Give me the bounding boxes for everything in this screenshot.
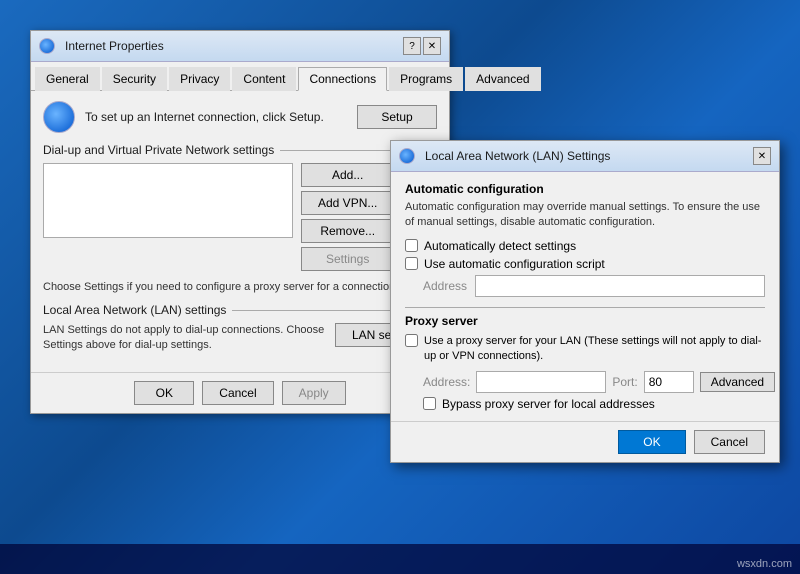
settings-desc: Choose Settings if you need to configure… [43,281,437,293]
script-address-input[interactable] [475,275,765,297]
title-controls: ? ✕ [403,37,441,55]
internet-properties-body: To set up an Internet connection, click … [31,91,449,372]
lan-text: LAN Settings do not apply to dial-up con… [43,323,325,354]
vpn-list[interactable] [43,163,293,238]
script-address-label: Address [423,279,467,293]
script-address-row: Address [423,275,765,297]
internet-properties-icon [39,38,55,54]
vpn-buttons: Add... Add VPN... Remove... Settings [301,163,394,271]
lan-settings-dialog: Local Area Network (LAN) Settings ✕ Auto… [390,140,780,463]
vpn-area: Add... Add VPN... Remove... Settings [43,163,437,271]
divider [405,307,765,308]
bypass-row: Bypass proxy server for local addresses [423,397,765,411]
tab-advanced[interactable]: Advanced [465,67,540,91]
proxy-title: Proxy server [405,314,765,328]
setup-button[interactable]: Setup [357,105,437,129]
auto-detect-checkbox[interactable] [405,239,418,252]
lan-titlebar: Local Area Network (LAN) Settings ✕ [391,141,779,172]
lan-dialog-title: Local Area Network (LAN) Settings [425,149,610,163]
lan-section-header: Local Area Network (LAN) settings [43,303,437,317]
taskbar: wsxdn.com [0,544,800,574]
lan-row: LAN Settings do not apply to dial-up con… [43,323,437,354]
bypass-checkbox[interactable] [423,397,436,410]
lan-cancel-button[interactable]: Cancel [694,430,765,454]
proxy-desc-row: Use a proxy server for your LAN (These s… [405,334,765,365]
tab-privacy[interactable]: Privacy [169,67,230,91]
help-button[interactable]: ? [403,37,421,55]
use-script-row: Use automatic configuration script [405,257,765,271]
lan-ok-button[interactable]: OK [618,430,685,454]
use-script-checkbox[interactable] [405,257,418,270]
lan-title-controls: ✕ [753,147,771,165]
tab-general[interactable]: General [35,67,100,91]
internet-properties-footer: OK Cancel Apply [31,372,449,413]
setup-row: To set up an Internet connection, click … [43,101,437,133]
watermark: wsxdn.com [737,558,792,570]
proxy-port-input[interactable] [644,371,694,393]
lan-dialog-body: Automatic configuration Automatic config… [391,172,779,421]
internet-properties-titlebar: Internet Properties ? ✕ [31,31,449,62]
lan-close-button[interactable]: ✕ [753,147,771,165]
ip-cancel-button[interactable]: Cancel [202,381,273,405]
proxy-address-input[interactable] [476,371,606,393]
tab-content[interactable]: Content [232,67,296,91]
proxy-addr-row: Address: Port: Advanced [423,371,765,393]
dialup-section-header: Dial-up and Virtual Private Network sett… [43,143,437,157]
lan-dialog-footer: OK Cancel [391,421,779,462]
titlebar-left: Internet Properties [39,38,164,54]
tab-programs[interactable]: Programs [389,67,463,91]
proxy-section: Proxy server Use a proxy server for your… [405,314,765,411]
internet-properties-dialog: Internet Properties ? ✕ General Security… [30,30,450,414]
remove-button[interactable]: Remove... [301,219,394,243]
lan-titlebar-left: Local Area Network (LAN) Settings [399,148,610,164]
ip-apply-button[interactable]: Apply [282,381,346,405]
tab-connections[interactable]: Connections [298,67,387,91]
settings-button[interactable]: Settings [301,247,394,271]
auto-config-title: Automatic configuration [405,182,765,196]
setup-text: To set up an Internet connection, click … [85,110,347,124]
bypass-label: Bypass proxy server for local addresses [442,397,655,411]
internet-properties-title: Internet Properties [65,39,164,53]
close-button[interactable]: ✕ [423,37,441,55]
lan-section: Local Area Network (LAN) settings LAN Se… [43,303,437,354]
proxy-port-label: Port: [612,375,637,389]
setup-icon [43,101,75,133]
proxy-address-label: Address: [423,375,470,389]
proxy-advanced-button[interactable]: Advanced [700,372,775,392]
auto-config-desc: Automatic configuration may override man… [405,200,765,231]
add-button[interactable]: Add... [301,163,394,187]
use-script-label: Use automatic configuration script [424,257,605,271]
auto-detect-label: Automatically detect settings [424,239,576,253]
tab-security[interactable]: Security [102,67,167,91]
use-proxy-checkbox[interactable] [405,334,418,347]
use-proxy-label: Use a proxy server for your LAN (These s… [424,334,765,365]
auto-config-section: Automatic configuration Automatic config… [405,182,765,297]
tab-bar: General Security Privacy Content Connect… [31,62,449,91]
ip-ok-button[interactable]: OK [134,381,194,405]
lan-dialog-icon [399,148,415,164]
add-vpn-button[interactable]: Add VPN... [301,191,394,215]
auto-detect-row: Automatically detect settings [405,239,765,253]
